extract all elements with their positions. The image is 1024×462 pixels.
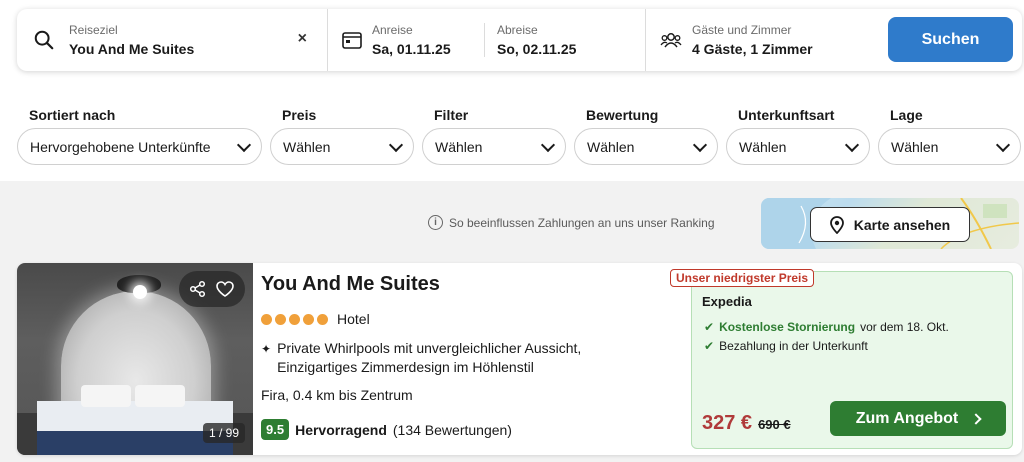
filter-price: Preis Wählen bbox=[270, 107, 414, 165]
ranking-text: So beeinflussen Zahlungen an uns unser R… bbox=[449, 215, 715, 230]
offer-box[interactable]: Expedia ✔ Kostenlose Stornierung vor dem… bbox=[691, 271, 1013, 449]
hotel-rating: 9.5 Hervorragend (134 Bewertungen) bbox=[261, 419, 512, 440]
filter-bar: Sortiert nach Hervorgehobene Unterkünfte… bbox=[17, 107, 1021, 165]
check-icon: ✔ bbox=[704, 320, 715, 334]
feature-text: Private Whirlpools mit unvergleichlicher… bbox=[277, 340, 582, 375]
star-icon bbox=[275, 313, 286, 325]
chevron-down-icon bbox=[844, 137, 860, 152]
lowest-price-badge: Unser niedrigster Preis bbox=[670, 269, 815, 287]
sparkle-icon: ✦ bbox=[261, 342, 272, 356]
price-select[interactable]: Wählen bbox=[270, 128, 414, 165]
checkin-value: Sa, 01.11.25 bbox=[372, 40, 451, 57]
star-icon bbox=[289, 313, 300, 325]
filter-rating: Bewertung Wählen bbox=[574, 107, 718, 165]
clear-icon[interactable]: × bbox=[298, 30, 307, 48]
filter-title: Preis bbox=[282, 107, 317, 123]
listing-card[interactable]: 1 / 99 You And Me Suites Hotel ✦ Private… bbox=[17, 263, 1022, 455]
star-icon bbox=[303, 313, 314, 325]
offer-price: 327 € 690 € bbox=[702, 412, 791, 435]
filter-title: Sortiert nach bbox=[29, 107, 116, 123]
checkout-label: Abreise bbox=[497, 22, 538, 37]
hotel-location: Fira, 0.4 km bis Zentrum bbox=[261, 387, 413, 403]
guests-icon bbox=[660, 33, 682, 48]
review-count: (134 Bewertungen) bbox=[392, 421, 512, 438]
photo-actions bbox=[179, 271, 245, 307]
filter-title: Lage bbox=[890, 107, 923, 123]
filter-location: Lage Wählen bbox=[878, 107, 1021, 165]
hotel-name[interactable]: You And Me Suites bbox=[261, 273, 440, 296]
photo-pillow bbox=[135, 385, 185, 407]
hotel-stars: Hotel bbox=[261, 311, 370, 327]
chevron-down-icon bbox=[236, 137, 252, 152]
sort-select[interactable]: Hervorgehobene Unterkünfte bbox=[17, 128, 262, 165]
star-icon bbox=[317, 313, 328, 325]
map-button[interactable]: Karte ansehen bbox=[810, 207, 970, 242]
destination-value: You And Me Suites bbox=[69, 40, 195, 57]
photo-pillow bbox=[81, 385, 131, 407]
filter-title: Bewertung bbox=[586, 107, 659, 123]
hotel-type: Hotel bbox=[337, 311, 370, 327]
chevron-down-icon bbox=[692, 137, 708, 152]
check-icon: ✔ bbox=[704, 339, 715, 353]
destination-field[interactable]: Reiseziel You And Me Suites × bbox=[17, 9, 328, 71]
filter-filter: Filter Wählen bbox=[422, 107, 566, 165]
info-icon: i bbox=[428, 215, 443, 230]
guests-value: 4 Gäste, 1 Zimmer bbox=[692, 40, 813, 57]
search-button[interactable]: Suchen bbox=[888, 17, 1013, 62]
share-icon[interactable] bbox=[189, 280, 207, 298]
filter-value: Wählen bbox=[891, 138, 939, 155]
listing-info: You And Me Suites Hotel ✦ Private Whirlp… bbox=[261, 263, 681, 455]
chevron-down-icon bbox=[540, 137, 556, 152]
chevron-down-icon bbox=[995, 137, 1011, 152]
dates-field: Anreise Sa, 01.11.25 Abreise So, 02.11.2… bbox=[328, 9, 646, 71]
chevron-right-icon bbox=[970, 412, 982, 425]
hotel-photo[interactable]: 1 / 99 bbox=[17, 263, 253, 455]
bullet-text: Bezahlung in der Unterkunft bbox=[719, 339, 868, 353]
calendar-icon bbox=[342, 32, 362, 49]
ranking-info[interactable]: i So beeinflussen Zahlungen an uns unser… bbox=[428, 215, 715, 230]
chevron-down-icon bbox=[388, 137, 404, 152]
photo-lamp-light bbox=[133, 285, 147, 299]
rating-select[interactable]: Wählen bbox=[574, 128, 718, 165]
heart-icon[interactable] bbox=[215, 280, 235, 298]
guests-field[interactable]: Gäste und Zimmer 4 Gäste, 1 Zimmer bbox=[646, 9, 886, 71]
filter-value: Wählen bbox=[739, 138, 787, 155]
search-icon bbox=[34, 30, 54, 50]
map-button-label: Karte ansehen bbox=[853, 216, 951, 233]
destination-label: Reiseziel bbox=[69, 22, 118, 37]
filter-title: Unterkunftsart bbox=[738, 107, 835, 123]
filter-value: Wählen bbox=[435, 138, 483, 155]
deal-button[interactable]: Zum Angebot bbox=[830, 401, 1006, 436]
hotel-feature: ✦ Private Whirlpools mit unvergleichlich… bbox=[261, 339, 631, 377]
bullet-rest: vor dem 18. Okt. bbox=[860, 320, 949, 334]
search-bar: Reiseziel You And Me Suites × Anreise Sa… bbox=[17, 9, 1022, 71]
checkout-field[interactable]: Abreise So, 02.11.25 bbox=[484, 23, 576, 57]
filter-select[interactable]: Wählen bbox=[422, 128, 566, 165]
price-original: 690 € bbox=[758, 417, 791, 432]
guests-label: Gäste und Zimmer bbox=[692, 22, 792, 37]
offer-provider: Expedia bbox=[702, 294, 752, 309]
filter-type: Unterkunftsart Wählen bbox=[726, 107, 870, 165]
checkin-label: Anreise bbox=[372, 22, 413, 37]
map-pin-icon bbox=[829, 215, 844, 234]
deal-button-label: Zum Angebot bbox=[855, 409, 959, 427]
offer-bullet-payment: ✔ Bezahlung in der Unterkunft bbox=[704, 339, 868, 353]
checkin-field[interactable]: Anreise Sa, 01.11.25 bbox=[328, 23, 484, 58]
price-current: 327 € bbox=[702, 412, 753, 434]
type-select[interactable]: Wählen bbox=[726, 128, 870, 165]
offer-bullet-cancellation: ✔ Kostenlose Stornierung vor dem 18. Okt… bbox=[704, 320, 949, 334]
location-select[interactable]: Wählen bbox=[878, 128, 1021, 165]
filter-value: Wählen bbox=[283, 138, 331, 155]
star-icon bbox=[261, 313, 272, 325]
photo-counter: 1 / 99 bbox=[203, 423, 246, 443]
rating-score: 9.5 bbox=[261, 419, 290, 440]
filter-title: Filter bbox=[434, 107, 469, 123]
filter-value: Hervorgehobene Unterkünfte bbox=[30, 138, 211, 155]
filter-sort: Sortiert nach Hervorgehobene Unterkünfte bbox=[17, 107, 262, 165]
rating-word: Hervorragend bbox=[295, 421, 387, 438]
bullet-strong: Kostenlose Stornierung bbox=[719, 320, 856, 334]
checkout-value: So, 02.11.25 bbox=[497, 40, 577, 57]
filter-value: Wählen bbox=[587, 138, 635, 155]
